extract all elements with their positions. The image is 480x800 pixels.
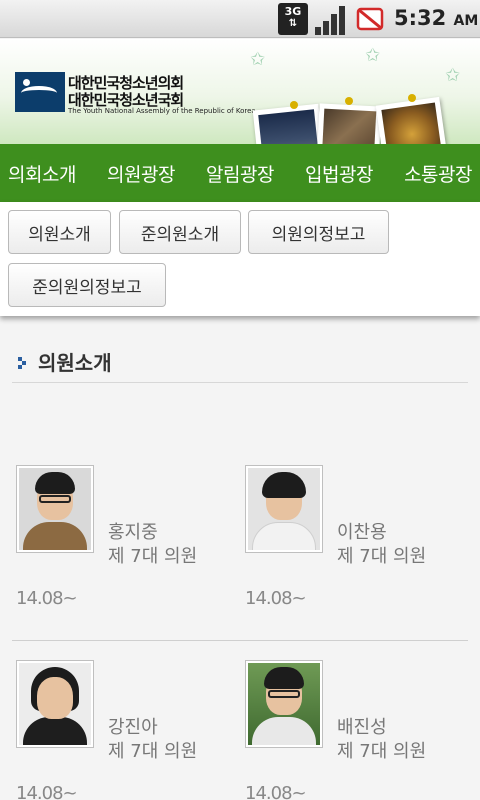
member-card[interactable]: 홍지중 제 7대 의원 14.08~: [16, 465, 246, 615]
star-icon: ✩: [250, 49, 266, 70]
pin-icon: [290, 101, 298, 109]
pin-icon: [408, 94, 416, 102]
member-card[interactable]: 이찬용 제 7대 의원 14.08~: [245, 465, 475, 615]
subnav-associate-member-report-button[interactable]: 준의원의정보고: [8, 263, 166, 307]
header-banner: 대한민국청소년의회 대한민국청소년국회 The Youth National A…: [0, 39, 480, 177]
member-card[interactable]: 강진아 제 7대 의원 14.08~: [16, 660, 246, 800]
bullet-icon: [18, 357, 28, 369]
page-title: 의원소개: [38, 351, 112, 375]
sub-nav: 의원소개 준의원소개 의원의정보고 준의원의정보고: [0, 202, 480, 316]
pin-icon: [345, 97, 353, 105]
member-card[interactable]: 배진성 제 7대 의원 14.08~: [245, 660, 475, 800]
member-name[interactable]: 강진아: [108, 713, 158, 739]
member-photo[interactable]: [245, 660, 323, 748]
member-date: 14.08~: [16, 588, 78, 609]
assembly-logo-icon[interactable]: [15, 72, 65, 112]
clock-time: 5:32: [394, 6, 447, 30]
member-photo[interactable]: [245, 465, 323, 553]
main-nav-item-communication-plaza[interactable]: 소통광장: [404, 160, 472, 187]
main-nav-item-council-intro[interactable]: 의회소개: [8, 160, 76, 187]
main-nav-item-member-plaza[interactable]: 의원광장: [107, 160, 175, 187]
signal-icon: [315, 3, 348, 35]
battery-alert-icon: [356, 7, 384, 31]
subnav-member-report-button[interactable]: 의원의정보고: [248, 210, 389, 254]
member-term: 제 7대 의원: [337, 546, 427, 567]
member-photo[interactable]: [16, 660, 94, 748]
main-nav-item-legislation-plaza[interactable]: 입법광장: [305, 160, 373, 187]
member-name[interactable]: 배진성: [337, 713, 387, 739]
member-term: 제 7대 의원: [108, 741, 198, 762]
section-header: 의원소개: [12, 343, 468, 383]
main-nav-item-notice-plaza[interactable]: 알림광장: [206, 160, 274, 187]
row-divider: [12, 640, 468, 641]
member-date: 14.08~: [245, 783, 307, 800]
status-bar: 3G ⇅ 5:32 AM: [0, 0, 480, 38]
clock-ampm: AM: [453, 13, 479, 29]
logo-subtitle: The Youth National Assembly of the Repub…: [68, 107, 256, 115]
3g-icon: 3G ⇅: [278, 3, 308, 35]
star-icon: ✩: [445, 65, 461, 86]
member-name[interactable]: 홍지중: [108, 518, 158, 544]
member-term: 제 7대 의원: [337, 741, 427, 762]
member-term: 제 7대 의원: [108, 546, 198, 567]
clock: 5:32 AM: [394, 6, 478, 30]
member-date: 14.08~: [16, 783, 78, 800]
member-photo[interactable]: [16, 465, 94, 553]
member-name[interactable]: 이찬용: [337, 518, 387, 544]
member-date: 14.08~: [245, 588, 307, 609]
subnav-member-intro-button[interactable]: 의원소개: [8, 210, 111, 254]
star-icon: ✩: [365, 45, 381, 66]
main-nav: 의회소개 의원광장 알림광장 입법광장 소통광장: [0, 144, 480, 202]
network-type-label: 3G: [284, 5, 302, 18]
subnav-associate-member-intro-button[interactable]: 준의원소개: [119, 210, 241, 254]
